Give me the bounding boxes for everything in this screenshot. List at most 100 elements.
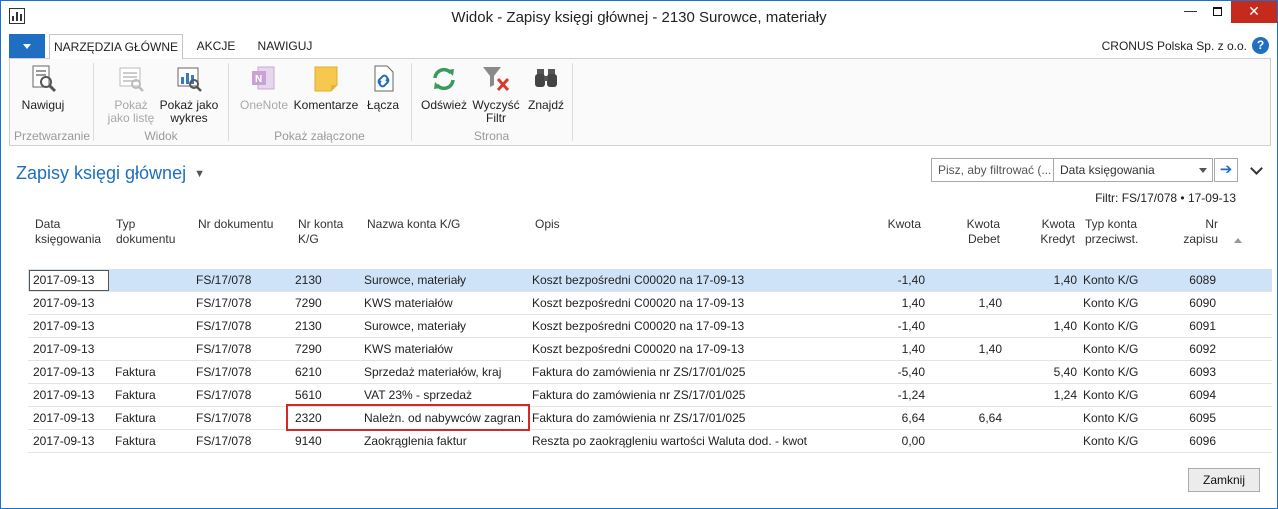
cell-entry-no: 6091	[1189, 319, 1216, 333]
column-header-entry-no[interactable]: Nr zapisu	[1168, 217, 1218, 247]
maximize-button[interactable]	[1204, 1, 1231, 23]
app-menu-button[interactable]	[9, 34, 45, 58]
column-header-account-no[interactable]: Nr konta K/G	[298, 217, 358, 247]
active-filter-text: Filtr: FS/17/078 • 17-09-13	[1095, 191, 1236, 205]
cell-credit: 1,40	[1053, 319, 1077, 333]
cell-document-no: FS/17/078	[196, 273, 252, 287]
clear-filter-button[interactable]: Wyczyść Filtr	[472, 63, 520, 125]
cell-bal-account-type: Konto K/G	[1083, 365, 1139, 379]
apply-filter-button[interactable]: ➔	[1214, 158, 1238, 182]
page-title-text: Zapisy księgi głównej	[16, 163, 187, 183]
column-header-posting-date[interactable]: Data księgowania	[35, 217, 115, 247]
table-row[interactable]: 2017-09-13 FS/17/078 7290 KWS materiałów Kos…	[28, 292, 1272, 315]
ribbon: Nawiguj Pokaż jako listę Pokaż jako wykr…	[9, 58, 1271, 146]
links-button[interactable]: Łącza	[360, 63, 406, 112]
cell-account-no: 2320	[295, 411, 322, 425]
cell-entry-no: 6090	[1189, 296, 1216, 310]
cell-credit	[1021, 430, 1077, 453]
column-header-account-name[interactable]: Nazwa konta K/G	[367, 217, 517, 232]
cell-description: Koszt bezpośredni C00020 na 17-09-13	[532, 273, 745, 287]
cell-debit	[945, 361, 1002, 384]
onenote-button[interactable]: N OneNote	[236, 63, 292, 112]
filter-box: Data księgowania	[931, 158, 1213, 182]
column-header-bal-account-type[interactable]: Typ konta przeciwst.	[1085, 217, 1165, 247]
search-input[interactable]	[932, 159, 1054, 181]
comments-button[interactable]: Komentarze	[292, 63, 360, 112]
group-label-attachments: Pokaż załączone	[274, 129, 365, 143]
page-title[interactable]: Zapisy księgi głównej ▼	[16, 163, 205, 184]
cell-document-type: Faktura	[115, 434, 156, 448]
table-row[interactable]: 2017-09-13 FS/17/078 7290 KWS materiałów Kos…	[28, 338, 1272, 361]
cell-description: Koszt bezpośredni C00020 na 17-09-13	[532, 296, 745, 310]
column-header-amount[interactable]: Kwota	[871, 217, 921, 232]
cell-account-name: Zaokrąglenia faktur	[364, 434, 467, 448]
ribbon-separator	[572, 63, 573, 141]
table-row[interactable]: 2017-09-13 Faktura FS/17/078 9140 Zaokrąglen…	[28, 430, 1272, 453]
cell-document-no: FS/17/078	[196, 342, 252, 356]
cell-debit: 6,64	[978, 411, 1002, 425]
cell-debit	[945, 430, 1002, 453]
cell-posting-date: 2017-09-13	[33, 296, 95, 310]
group-label-page: Strona	[473, 129, 510, 143]
cell-account-name: Surowce, materiały	[364, 319, 467, 333]
cell-credit	[1021, 292, 1077, 315]
cell-account-name: KWS materiałów	[364, 296, 453, 310]
find-button[interactable]: Znajdź	[522, 63, 570, 112]
show-as-list-button[interactable]: Pokaż jako listę	[102, 63, 160, 125]
comments-icon	[310, 63, 342, 95]
cell-credit: 5,40	[1053, 365, 1077, 379]
cell-description: Koszt bezpośredni C00020 na 17-09-13	[532, 342, 745, 356]
cell-bal-account-type: Konto K/G	[1083, 434, 1139, 448]
cell-account-no: 2130	[295, 273, 322, 287]
refresh-button[interactable]: Odśwież	[416, 63, 472, 112]
tab-nawiguj[interactable]: NAWIGUJ	[249, 34, 321, 58]
tab-akcje[interactable]: AKCJE	[187, 34, 245, 58]
cell-account-no: 5610	[295, 388, 322, 402]
navigate-button[interactable]: Nawiguj	[14, 63, 72, 112]
group-label-processing: Przetwarzanie	[13, 129, 91, 143]
cell-amount: 0,00	[901, 434, 925, 448]
table-row[interactable]: 2017-09-13 FS/17/078 2130 Surowce, materiał…	[28, 315, 1272, 338]
table-row[interactable]: 2017-09-13 Faktura FS/17/078 5610 VAT 23% - …	[28, 384, 1272, 407]
cell-amount: -1,40	[897, 319, 925, 333]
cell-description: Koszt bezpośredni C00020 na 17-09-13	[532, 319, 745, 333]
cell-bal-account-type: Konto K/G	[1083, 296, 1139, 310]
table-row[interactable]: 2017-09-13 Faktura FS/17/078 2320 Należn. od…	[28, 407, 1272, 430]
cell-debit: 1,40	[978, 296, 1002, 310]
filter-field-select[interactable]: Data księgowania	[1055, 159, 1213, 181]
cell-account-name: Należn. od nabywców zagran.	[364, 411, 525, 425]
minimize-button[interactable]: —	[1177, 1, 1204, 23]
column-header-document-type[interactable]: Typ dokumentu	[116, 217, 191, 247]
cell-document-no: FS/17/078	[196, 434, 252, 448]
tab-narzedzia-glowne[interactable]: NARZĘDZIA GŁÓWNE	[49, 34, 183, 59]
clear-filter-label: Wyczyść Filtr	[472, 98, 520, 125]
chart-view-icon	[173, 63, 205, 95]
cell-debit	[945, 269, 1002, 292]
chevron-down-icon[interactable]: ▼	[194, 168, 205, 180]
cell-account-no: 7290	[295, 296, 322, 310]
refresh-icon	[428, 63, 460, 95]
cell-document-type	[115, 315, 193, 338]
cell-bal-account-type: Konto K/G	[1083, 319, 1139, 333]
cell-account-name: KWS materiałów	[364, 342, 453, 356]
collapse-factbox-icon[interactable]	[1250, 162, 1264, 176]
refresh-label: Odśwież	[420, 98, 467, 112]
table-row[interactable]: 2017-09-13 FS/17/078 2130 Surowce, materiał…	[28, 269, 1272, 292]
cell-credit: 1,40	[1053, 273, 1077, 287]
find-icon	[530, 63, 562, 95]
navigate-icon	[27, 63, 59, 95]
cell-account-no: 2130	[295, 319, 322, 333]
table-row[interactable]: 2017-09-13 Faktura FS/17/078 6210 Sprzedaż m…	[28, 361, 1272, 384]
column-header-document-no[interactable]: Nr dokumentu	[198, 217, 288, 232]
help-icon[interactable]: ?	[1252, 37, 1269, 54]
window-title: Widok - Zapisy księgi głównej - 2130 Sur…	[451, 9, 827, 26]
cell-posting-date: 2017-09-13	[33, 319, 95, 333]
show-as-chart-button[interactable]: Pokaż jako wykres	[158, 63, 220, 125]
column-header-debit[interactable]: Kwota Debet	[950, 217, 1000, 247]
cell-account-no: 9140	[295, 434, 322, 448]
close-button[interactable]: Zamknij	[1188, 468, 1260, 492]
close-window-button[interactable]: ✕	[1231, 1, 1277, 23]
column-header-description[interactable]: Opis	[535, 217, 595, 232]
dropdown-arrow-icon	[1199, 168, 1207, 173]
column-header-credit[interactable]: Kwota Kredyt	[1023, 217, 1075, 247]
